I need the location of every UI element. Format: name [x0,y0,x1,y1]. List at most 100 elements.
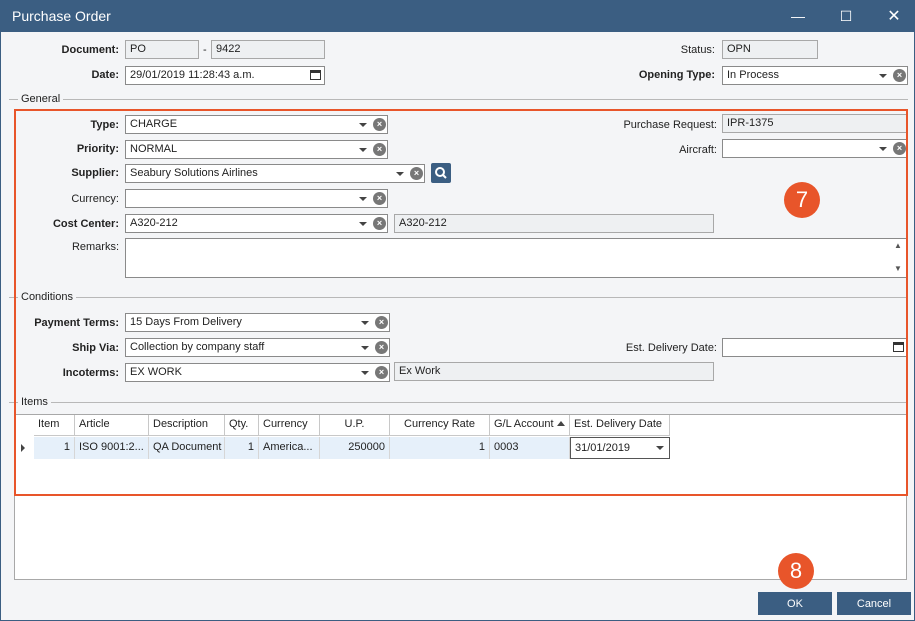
chevron-down-icon[interactable] [656,446,664,450]
opening-type-value: In Process [727,69,779,81]
ship-via-select[interactable]: Collection by company staff [125,338,390,357]
ok-button[interactable]: OK [758,592,832,615]
search-icon [435,167,447,179]
chevron-down-icon[interactable] [359,148,367,152]
title-bar: Purchase Order — ☐ ✕ [0,0,915,32]
cell-qty[interactable]: 1 [225,437,259,459]
cancel-button[interactable]: Cancel [837,592,911,615]
clear-icon[interactable]: × [375,366,388,379]
date-value: 29/01/2019 11:28:43 a.m. [130,69,255,81]
chevron-down-icon[interactable] [361,321,369,325]
chevron-down-icon[interactable] [359,222,367,226]
scroll-up-icon[interactable]: ▲ [894,241,902,250]
clear-icon[interactable]: × [373,192,386,205]
sort-ascending-icon [557,421,565,426]
conditions-group-title: Conditions [18,291,76,303]
maximize-icon[interactable]: ☐ [833,4,859,28]
status-label: Status: [680,44,715,56]
priority-value: NORMAL [130,143,178,155]
incoterms-value: EX WORK [130,366,182,378]
conditions-divider [9,297,908,298]
chevron-down-icon[interactable] [361,371,369,375]
close-icon[interactable]: ✕ [881,4,907,28]
clear-icon[interactable]: × [373,118,386,131]
column-header-currency-rate[interactable]: Currency Rate [390,415,490,436]
cell-gl-account[interactable]: 0003 [490,437,570,459]
clear-icon[interactable]: × [893,142,906,155]
calendar-icon[interactable] [310,70,321,80]
document-separator: - [203,44,207,56]
chevron-down-icon[interactable] [879,74,887,78]
cell-est-delivery-date[interactable]: 31/01/2019 [570,437,670,459]
cost-center-description: A320-212 [394,214,714,233]
est-delivery-date-label: Est. Delivery Date: [625,342,717,354]
supplier-value: Seabury Solutions Airlines [130,167,258,179]
est-delivery-date-cell-value: 31/01/2019 [575,442,631,454]
column-header-item[interactable]: Item [34,415,75,436]
row-indicator-icon [21,444,25,452]
purchase-request-label: Purchase Request: [623,119,717,131]
clear-icon[interactable]: × [373,217,386,230]
scroll-down-icon[interactable]: ▼ [894,264,902,273]
cell-currency-rate[interactable]: 1 [390,437,490,459]
general-group-title: General [18,93,64,105]
cell-up[interactable]: 250000 [320,437,390,459]
clear-icon[interactable]: × [893,69,906,82]
incoterms-select[interactable]: EX WORK [125,363,390,382]
chevron-down-icon[interactable] [359,197,367,201]
annotation-badge-7: 7 [784,182,820,218]
column-header-description[interactable]: Description [149,415,225,436]
est-delivery-date-field[interactable] [722,338,908,357]
document-number-field: 9422 [211,40,325,59]
clear-icon[interactable]: × [373,143,386,156]
supplier-label: Supplier: [71,167,119,179]
purchase-request-field: IPR-1375 [722,114,908,133]
cell-currency[interactable]: America... [259,437,320,459]
cost-center-select[interactable]: A320-212 [125,214,388,233]
cost-center-value: A320-212 [130,217,178,229]
cell-description[interactable]: QA Document [149,437,225,459]
chevron-down-icon[interactable] [396,172,404,176]
cell-item[interactable]: 1 [34,437,75,459]
chevron-down-icon[interactable] [879,147,887,151]
payment-terms-label: Payment Terms: [34,317,119,329]
type-value: CHARGE [130,118,178,130]
currency-select[interactable] [125,189,388,208]
clear-icon[interactable]: × [375,316,388,329]
calendar-icon[interactable] [893,342,904,352]
items-divider [9,402,908,403]
minimize-icon[interactable]: — [785,4,811,28]
column-header-gl-account[interactable]: G/L Account [490,415,570,436]
document-prefix-field: PO [125,40,199,59]
chevron-down-icon[interactable] [361,346,369,350]
clear-icon[interactable]: × [410,167,423,180]
cell-article[interactable]: ISO 9001:2... [75,437,149,459]
priority-select[interactable]: NORMAL [125,140,388,159]
items-grid[interactable]: Item Article Description Qty. Currency U… [14,414,907,580]
remarks-textarea[interactable] [125,238,908,278]
document-label: Document: [61,44,119,56]
chevron-down-icon[interactable] [359,123,367,127]
date-field[interactable]: 29/01/2019 11:28:43 a.m. [125,66,325,85]
opening-type-label: Opening Type: [638,69,715,81]
incoterms-label: Incoterms: [62,367,119,379]
priority-label: Priority: [76,143,119,155]
column-header-currency[interactable]: Currency [259,415,320,436]
column-header-up[interactable]: U.P. [320,415,390,436]
general-divider [9,99,908,100]
purchase-order-window: Document: PO - 9422 Date: 29/01/2019 11:… [0,32,915,621]
payment-terms-select[interactable]: 15 Days From Delivery [125,313,390,332]
items-group-title: Items [18,396,51,408]
supplier-select[interactable]: Seabury Solutions Airlines [125,164,425,183]
clear-icon[interactable]: × [375,341,388,354]
column-header-qty[interactable]: Qty. [225,415,259,436]
column-header-est-delivery-date[interactable]: Est. Delivery Date [570,415,670,436]
supplier-search-button[interactable] [431,163,451,183]
window-title: Purchase Order [12,8,111,24]
ship-via-label: Ship Via: [72,342,119,354]
date-label: Date: [91,69,119,81]
gl-account-header-label: G/L Account [494,418,554,430]
status-field: OPN [722,40,818,59]
type-select[interactable]: CHARGE [125,115,388,134]
column-header-article[interactable]: Article [75,415,149,436]
